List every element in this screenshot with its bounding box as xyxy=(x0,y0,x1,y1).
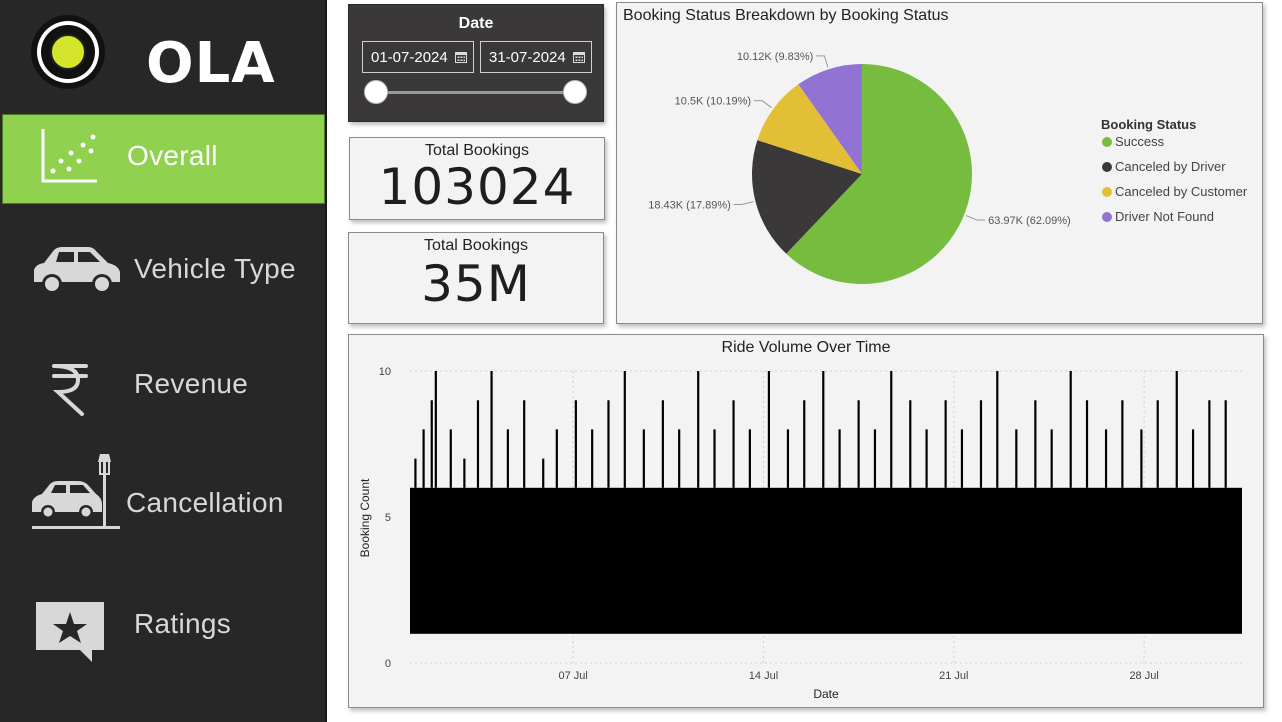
nav-item-cancellation[interactable]: Cancellation xyxy=(2,452,325,542)
legend-marker xyxy=(1102,187,1112,197)
pie-leader-line xyxy=(816,55,829,68)
y-tick-label: 0 xyxy=(385,658,391,670)
car-icon xyxy=(34,247,120,294)
date-range-slicer: Date 01-07-2024 31-07-2024 xyxy=(348,4,604,122)
x-tick-label: 28 Jul xyxy=(1129,670,1158,682)
pie-leader-line xyxy=(754,100,773,109)
y-tick-label: 5 xyxy=(385,512,391,524)
legend-marker xyxy=(1102,212,1112,222)
nav-item-overall[interactable]: Overall xyxy=(2,114,325,204)
booking-status-pie-chart: 63.97K (62.09%) 18.43K (17.89%) 10.5K (10.… xyxy=(648,51,1248,284)
pie-data-label: 18.43K (17.89%) xyxy=(648,200,731,212)
booking-status-pie-panel: Booking Status Breakdown by Booking Stat… xyxy=(616,2,1263,324)
nav-item-ratings[interactable]: Ratings xyxy=(2,580,325,670)
nav-label-revenue: Revenue xyxy=(134,368,249,399)
x-tick-label: 07 Jul xyxy=(558,670,587,682)
legend-entry: Canceled by Driver xyxy=(1115,159,1226,174)
nav-label-vehicle-type: Vehicle Type xyxy=(134,253,296,284)
x-tick-label: 14 Jul xyxy=(749,670,778,682)
kpi-value: 35M xyxy=(421,255,531,313)
rupee-icon xyxy=(52,364,88,416)
ola-logo-icon xyxy=(31,15,105,89)
legend-marker xyxy=(1102,162,1112,172)
date-slicer-title: Date xyxy=(458,15,494,32)
pie-data-label: 10.12K (9.83%) xyxy=(737,51,813,63)
date-slider-start-handle[interactable] xyxy=(364,80,388,104)
start-date-value: 01-07-2024 xyxy=(371,49,448,66)
pie-leader-line xyxy=(733,201,754,206)
x-axis-title: Date xyxy=(813,687,839,701)
kpi-label: Total Bookings xyxy=(423,237,529,254)
pie-leader-line xyxy=(965,215,986,221)
calendar-icon[interactable] xyxy=(573,51,585,63)
legend-entry: Canceled by Customer xyxy=(1115,184,1248,199)
calendar-icon[interactable] xyxy=(455,51,467,63)
start-date-input[interactable]: 01-07-2024 xyxy=(362,41,474,73)
legend-entry: Driver Not Found xyxy=(1115,209,1214,224)
end-date-value: 31-07-2024 xyxy=(489,49,566,66)
pie-data-label: 10.5K (10.19%) xyxy=(675,96,751,108)
ola-logo: OLA xyxy=(28,12,275,94)
date-slider-end-handle[interactable] xyxy=(563,80,587,104)
nav-item-revenue[interactable]: Revenue xyxy=(2,340,325,430)
legend-title: Booking Status xyxy=(1101,117,1196,132)
pie-data-label: 63.97K (62.09%) xyxy=(988,215,1071,227)
sidebar: OLA Overall Vehicle Type Revenue Cancell… xyxy=(0,0,327,722)
nav-label-ratings: Ratings xyxy=(134,608,232,639)
ride-volume-panel: Ride Volume Over Time 0 5 10 07 Jul 14 Jul 21… xyxy=(348,334,1264,708)
legend-marker xyxy=(1102,137,1112,147)
y-tick-label: 10 xyxy=(379,366,391,378)
end-date-input[interactable]: 31-07-2024 xyxy=(480,41,592,73)
y-axis-title: Booking Count xyxy=(358,478,372,557)
scatter-chart-icon xyxy=(41,129,97,183)
nav-item-vehicle-type[interactable]: Vehicle Type xyxy=(2,226,325,316)
legend-entry: Success xyxy=(1115,134,1165,149)
date-slider-track[interactable] xyxy=(376,91,576,94)
ride-volume-chart: 0 5 10 07 Jul 14 Jul 21 Jul 28 Jul Date Bookin… xyxy=(358,366,1242,701)
x-tick-label: 21 Jul xyxy=(939,670,968,682)
kpi-value: 103024 xyxy=(378,158,576,216)
kpi-card-total-bookings: Total Bookings 103024 xyxy=(349,137,605,220)
nav-label-cancellation: Cancellation xyxy=(126,487,284,518)
kpi-card-total-bookings-value: Total Bookings 35M xyxy=(348,232,604,324)
star-speech-icon xyxy=(36,602,104,662)
nav-label-overall: Overall xyxy=(127,140,218,171)
brand-name: OLA xyxy=(146,31,276,96)
car-crash-icon xyxy=(32,454,120,529)
ride-volume-series-band xyxy=(410,487,1242,634)
